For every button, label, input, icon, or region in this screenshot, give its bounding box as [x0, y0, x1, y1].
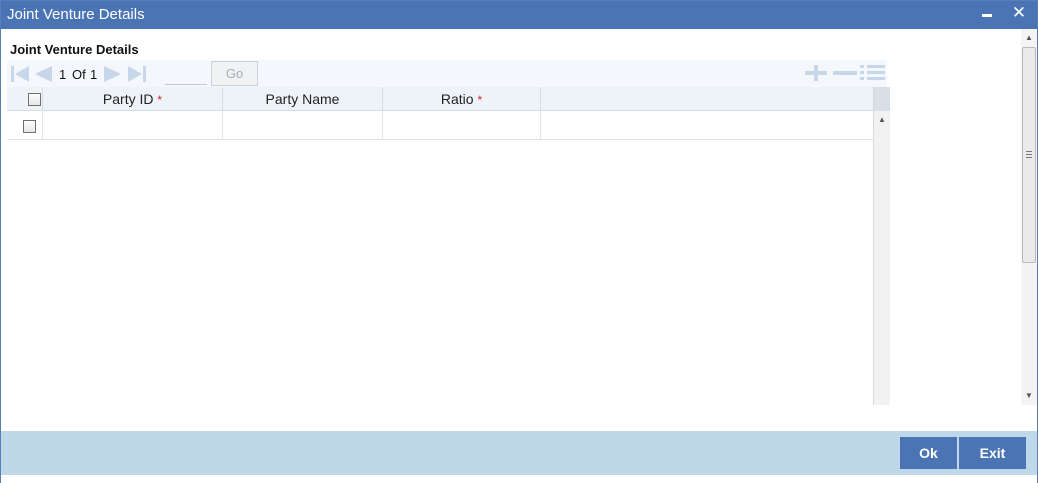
window-title: Joint Venture Details	[7, 6, 145, 23]
exit-button[interactable]: Exit	[959, 437, 1026, 469]
grip-icon	[1026, 151, 1032, 158]
row-select-cell	[7, 111, 43, 140]
scrollbar-thumb[interactable]	[1022, 47, 1036, 263]
select-all-cell	[7, 87, 43, 111]
scroll-down-icon[interactable]: ▼	[1025, 391, 1033, 400]
ok-button[interactable]: Ok	[900, 437, 957, 469]
grid-scrollbar-header	[874, 87, 890, 111]
of-label: Of	[72, 67, 86, 82]
row-checkbox[interactable]	[23, 120, 36, 133]
grid-scroll-up-icon[interactable]: ▲	[878, 115, 886, 124]
party-id-cell[interactable]	[43, 111, 223, 140]
grid-toolbar: 1 Of 1 Go	[7, 60, 887, 87]
go-button[interactable]: Go	[211, 61, 258, 86]
previous-page-icon[interactable]	[32, 64, 54, 84]
party-name-cell[interactable]	[223, 111, 383, 140]
select-all-checkbox[interactable]	[28, 93, 41, 106]
ratio-header-label: Ratio	[440, 91, 474, 107]
grid-header: Party ID * Party Name Ratio *	[7, 87, 873, 111]
window-scrollbar[interactable]: ▲ ▼	[1021, 29, 1037, 405]
delete-row-icon[interactable]	[832, 64, 858, 82]
minimize-icon[interactable]	[977, 3, 997, 25]
section-title: Joint Venture Details	[10, 42, 139, 57]
add-row-icon[interactable]	[803, 64, 829, 82]
ratio-cell[interactable]	[383, 111, 541, 140]
grid-scrollbar[interactable]: ▲	[873, 87, 890, 405]
party-id-header-label: Party ID	[102, 91, 154, 107]
first-page-icon[interactable]	[9, 64, 31, 84]
table-row	[7, 111, 873, 140]
ratio-required-marker: *	[477, 93, 483, 107]
column-header-ratio[interactable]: Ratio *	[383, 87, 541, 111]
title-bar[interactable]: Joint Venture Details ✕	[1, 1, 1037, 29]
row-filler-cell	[541, 111, 873, 140]
next-page-icon[interactable]	[102, 64, 124, 84]
column-header-filler	[541, 87, 873, 111]
dialog-footer: Ok Exit	[1, 431, 1037, 475]
column-header-party-name[interactable]: Party Name	[223, 87, 383, 111]
footer-bottom-strip	[1, 475, 1037, 483]
scroll-up-icon[interactable]: ▲	[1025, 33, 1033, 42]
joint-venture-grid: Party ID * Party Name Ratio * ▲	[7, 87, 890, 405]
close-icon[interactable]: ✕	[1009, 3, 1029, 25]
party-name-header-label: Party Name	[265, 91, 340, 107]
total-pages: 1	[90, 67, 98, 82]
last-page-icon[interactable]	[126, 64, 148, 84]
page-number-input[interactable]	[165, 64, 207, 85]
joint-venture-dialog: Joint Venture Details ✕ Joint Venture De…	[0, 0, 1038, 483]
single-view-icon[interactable]	[859, 64, 887, 82]
current-page: 1	[59, 67, 67, 82]
column-header-party-id[interactable]: Party ID *	[43, 87, 223, 111]
party-id-required-marker: *	[157, 93, 163, 107]
